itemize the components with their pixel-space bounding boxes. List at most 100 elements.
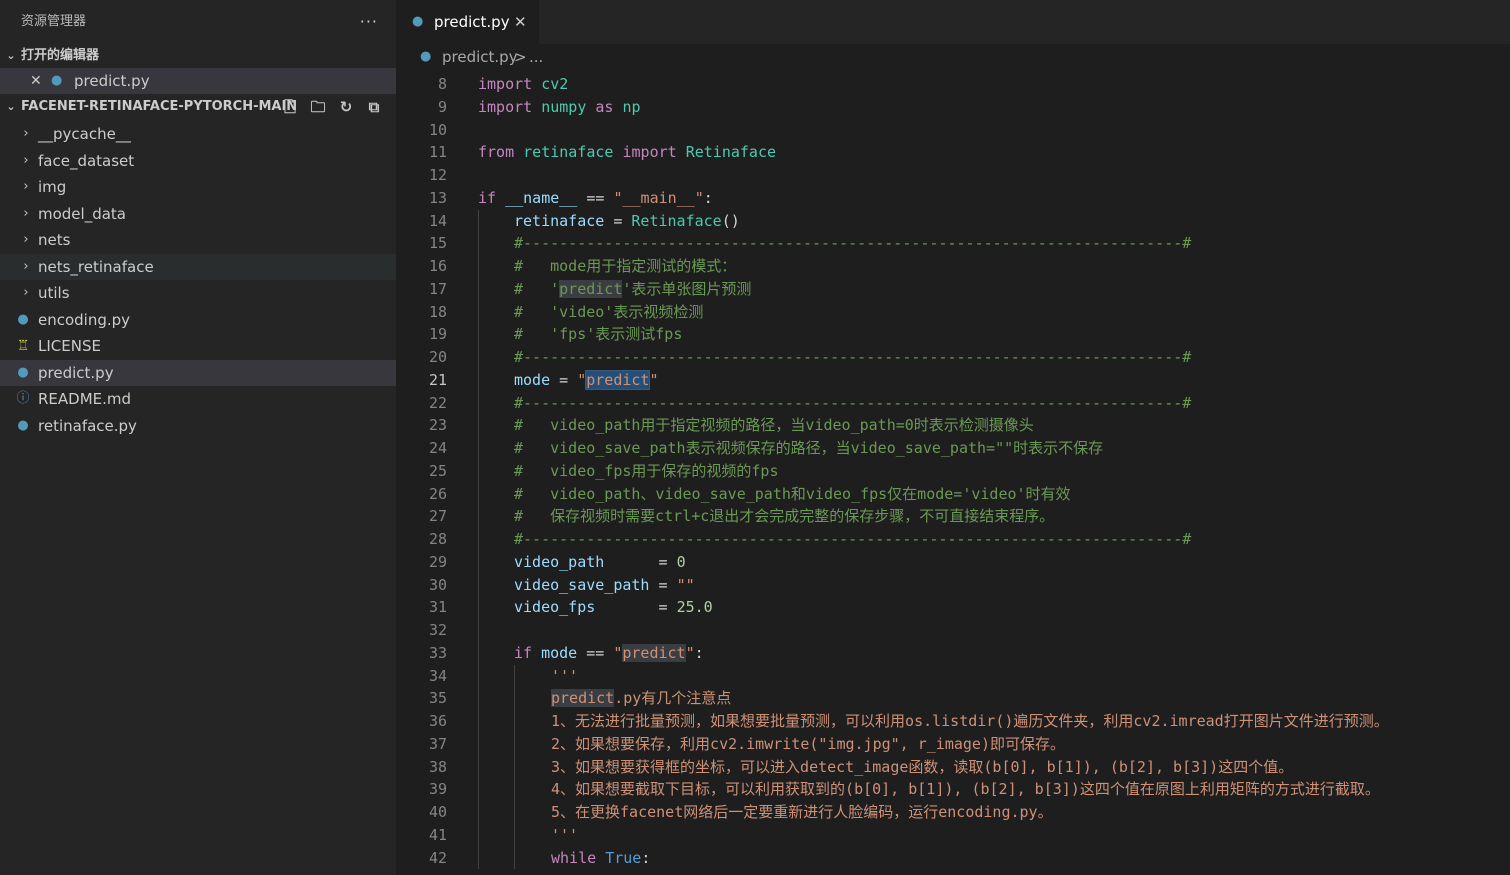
code-line: 36 1、无法进行批量预测，如果想要批量预测，可以利用os.listdir()遍历…	[396, 710, 1510, 733]
line-text: while True:	[551, 848, 651, 867]
line-text: 5、在更换facenet网络后一定要重新进行人脸编码，运行encoding.py…	[551, 803, 1053, 821]
code-line: 19 # 'fps'表示测试fps	[396, 323, 1510, 346]
info-icon: ⓘ	[16, 391, 30, 406]
collapse-all-icon[interactable]: ⧉	[360, 95, 388, 119]
line-number: 33	[428, 643, 447, 662]
line-number: 28	[428, 530, 447, 548]
code-line: 35 predict.py有几个注意点	[396, 687, 1510, 710]
tree-item-retinaface[interactable]: ● retinaface.py	[0, 413, 396, 440]
line-number: 11	[428, 143, 447, 162]
line-number: 25	[428, 461, 447, 480]
line-number: 16	[428, 257, 447, 275]
line-text: video_fps = 25.0	[514, 598, 713, 617]
line-number: 36	[428, 712, 447, 730]
line-number: 20	[428, 348, 447, 366]
line-number: 42	[428, 848, 447, 867]
explorer-title-label: 资源管理器	[21, 14, 87, 29]
breadcrumb-file[interactable]: predict.py	[442, 44, 518, 70]
line-text: # mode用于指定测试的模式：	[514, 257, 737, 275]
code-line: 8 import cv2	[396, 73, 1510, 96]
line-text: # video_path用于指定视频的路径，当video_path=0时表示检测…	[514, 416, 1034, 435]
line-text: # video_save_path表示视频保存的路径，当video_save_p…	[514, 439, 1104, 457]
code-line: 9 import numpy as np	[396, 96, 1510, 119]
new-file-icon[interactable]: 🗋	[276, 95, 304, 119]
tree-item-model-data[interactable]: › model_data	[0, 201, 396, 228]
line-number: 8	[437, 75, 447, 93]
open-editors-header[interactable]: ⌄ 打开的编辑器	[0, 44, 396, 68]
tree-item-encoding[interactable]: ● encoding.py	[0, 307, 396, 334]
line-number: 14	[428, 211, 447, 230]
tree-item-img[interactable]: › img	[0, 174, 396, 201]
chevron-right-icon: ›	[23, 205, 29, 221]
code-line: 38 3、如果想要获得框的坐标，可以进入detect_image函数，读取(b[0…	[396, 755, 1510, 779]
line-number: 18	[428, 302, 447, 321]
line-number: 22	[428, 393, 447, 412]
line-text: video_save_path = ""	[514, 575, 695, 594]
tree-item-license[interactable]: ♖ LICENSE	[0, 333, 396, 360]
new-folder-icon[interactable]: 🗀	[304, 95, 332, 119]
line-number: 23	[428, 416, 447, 435]
line-number: 35	[428, 689, 447, 708]
code-line: 14 retinaface = Retinaface()	[396, 209, 1510, 233]
tree-item-label: __pycache__	[38, 125, 131, 143]
chevron-right-icon: ›	[23, 126, 29, 141]
tree-item-label: nets_retinaface	[38, 257, 154, 276]
breadcrumb-symbols[interactable]: ...	[529, 44, 543, 70]
line-number: 29	[428, 552, 447, 571]
tree-item-face-dataset[interactable]: › face_dataset	[0, 148, 396, 175]
line-number: 30	[428, 575, 447, 594]
tree-item-readme[interactable]: ⓘ README.md	[0, 386, 396, 413]
editor-area: ● predict.py ✕ ● predict.py > ... 8 impor…	[396, 0, 1510, 875]
chevron-right-icon: ›	[23, 232, 29, 247]
refresh-icon[interactable]: ↻	[332, 95, 360, 119]
tree-item-utils[interactable]: › utils	[0, 280, 396, 307]
code-line: 34 '''	[396, 664, 1510, 688]
line-text: # 'video'表示视频检测	[514, 302, 704, 321]
line-text: 1、无法进行批量预测，如果想要批量预测，可以利用os.listdir()遍历文件…	[551, 712, 1389, 730]
tree-item-nets[interactable]: › nets	[0, 227, 396, 254]
line-number: 37	[428, 734, 447, 753]
line-text: # 'predict'表示单张图片预测	[514, 279, 752, 298]
code-line: 17 # 'predict'表示单张图片预测	[396, 277, 1510, 301]
code-line: 22 #-------------------------------------…	[396, 391, 1510, 415]
tree-item-predict[interactable]: ● predict.py	[0, 359, 396, 386]
line-text: mode = "predict"	[514, 369, 659, 390]
chevron-right-icon: ›	[23, 285, 29, 300]
tree-item-label: LICENSE	[38, 337, 101, 355]
code-line: 18 # 'video'表示视频检测	[396, 300, 1510, 324]
code-line: 29 video_path = 0	[396, 550, 1510, 574]
tree-item-pycache[interactable]: › __pycache__	[0, 121, 396, 148]
code-line: 33 if mode == "predict":	[396, 641, 1510, 665]
open-editor-item-predict[interactable]: ✕ ● predict.py	[0, 68, 396, 94]
code-editor[interactable]: 8 import cv2 9 import numpy as np 10 11 fro…	[396, 73, 1510, 870]
line-number: 9	[437, 97, 447, 116]
line-number: 15	[428, 234, 447, 253]
breadcrumb: ● predict.py > ...	[396, 44, 1510, 70]
code-line: 26 # video_path、video_save_path和video_fps…	[396, 482, 1510, 506]
line-number: 12	[428, 166, 447, 184]
more-actions-icon[interactable]: ···	[360, 0, 378, 44]
line-number: 40	[428, 803, 447, 821]
close-icon[interactable]: ✕	[514, 0, 527, 44]
tree-item-nets-retinaface[interactable]: › nets_retinaface	[0, 253, 396, 280]
line-text: if __name__ == "__main__":	[478, 188, 713, 207]
tree-item-label: retinaface.py	[38, 416, 137, 435]
line-text: #---------------------------------------…	[514, 393, 1192, 412]
project-header[interactable]: ⌄ FACENET-RETINAFACE-PYTORCH-MAIN 🗋 🗀 ↻ ⧉	[0, 95, 396, 119]
line-text: '''	[551, 666, 579, 685]
tree-item-label: nets	[38, 231, 71, 249]
tab-label: predict.py	[434, 13, 510, 31]
chevron-right-icon: ›	[23, 258, 29, 274]
close-icon[interactable]: ✕	[30, 68, 42, 94]
tree-item-label: utils	[38, 284, 70, 302]
code-line: 37 2、如果想要保存，利用cv2.imwrite("img.jpg", r_im…	[396, 732, 1510, 756]
code-line: 28 #-------------------------------------…	[396, 528, 1510, 551]
tree-item-label: README.md	[38, 390, 132, 408]
tab-predict[interactable]: ● predict.py ✕	[396, 0, 539, 44]
line-number: 19	[428, 325, 447, 344]
tree-item-label: img	[38, 178, 67, 196]
chevron-right-icon: ›	[23, 152, 29, 168]
python-file-icon: ●	[17, 364, 29, 380]
line-number: 13	[428, 188, 447, 207]
line-text: # video_path、video_save_path和video_fps仅在…	[514, 484, 1071, 503]
